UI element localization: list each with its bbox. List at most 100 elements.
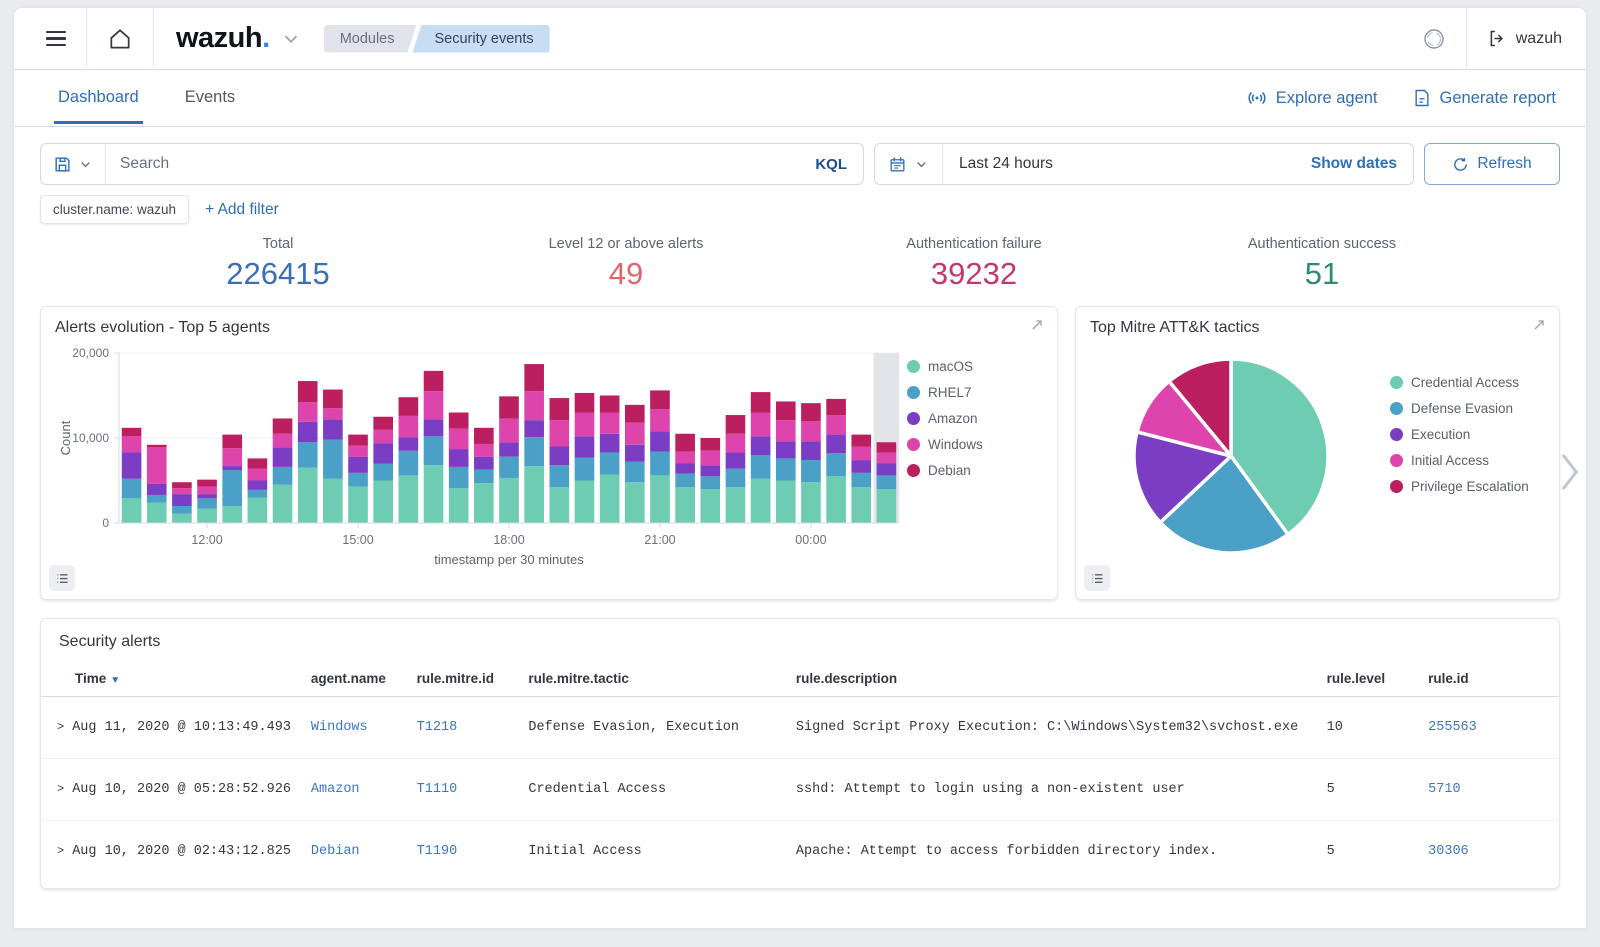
expand-row-chevron-icon[interactable]: > — [57, 782, 64, 796]
legend-toggle-button[interactable] — [1084, 565, 1110, 591]
expand-row-chevron-icon[interactable]: > — [57, 720, 64, 734]
chevron-down-icon — [914, 157, 929, 172]
chevron-down-icon — [78, 157, 93, 172]
next-panel-chevron[interactable] — [1554, 450, 1584, 494]
column-header-time[interactable]: Time▼ — [41, 661, 303, 697]
legend-item[interactable]: RHEL7 — [907, 385, 983, 400]
refresh-button[interactable]: Refresh — [1424, 143, 1560, 185]
panel-title: Alerts evolution - Top 5 agents — [55, 319, 1043, 337]
cell-rule-id-link[interactable]: 30306 — [1428, 844, 1469, 859]
legend-dot-icon — [1390, 480, 1403, 493]
table-header-row: Time▼ agent.name rule.mitre.id rule.mitr… — [41, 661, 1559, 697]
cell-rule-id-link[interactable]: 5710 — [1428, 782, 1460, 797]
svg-text:10,000: 10,000 — [72, 431, 109, 445]
report-icon — [1412, 88, 1432, 108]
cell-rule-description: Signed Script Proxy Execution: C:\Window… — [788, 697, 1319, 759]
breadcrumb-modules[interactable]: Modules — [324, 25, 417, 53]
panel-title: Top Mitre ATT&K tactics — [1090, 319, 1545, 337]
legend-toggle-button[interactable] — [49, 565, 75, 591]
legend-item[interactable]: Privilege Escalation — [1390, 479, 1529, 494]
legend-dot-icon — [1390, 376, 1403, 389]
cell-rule-mitre-id[interactable]: T1218 — [409, 697, 521, 759]
cell-rule-description: sshd: Attempt to login using a non-exist… — [788, 759, 1319, 821]
show-dates-button[interactable]: Show dates — [1295, 155, 1413, 173]
cell-rule-id[interactable]: 5710 — [1420, 759, 1559, 821]
table-row[interactable]: >Aug 11, 2020 @ 10:13:49.493WindowsT1218… — [41, 697, 1559, 759]
svg-text:18:00: 18:00 — [493, 533, 524, 547]
cell-agent-name[interactable]: Debian — [303, 821, 409, 883]
legend-item[interactable]: Execution — [1390, 427, 1529, 442]
stat-value: 39232 — [800, 256, 1148, 292]
legend-label: Execution — [1411, 427, 1470, 442]
legend-item[interactable]: Amazon — [907, 411, 983, 426]
expand-icon[interactable] — [1029, 317, 1045, 333]
legend-item[interactable]: Defense Evasion — [1390, 401, 1529, 416]
column-header-rule-mitre-tactic[interactable]: rule.mitre.tactic — [520, 661, 788, 697]
divider — [86, 8, 87, 70]
cell-agent-name[interactable]: Amazon — [303, 759, 409, 821]
cell-rule-id[interactable]: 255563 — [1420, 697, 1559, 759]
column-header-rule-level[interactable]: rule.level — [1319, 661, 1421, 697]
time-range-value[interactable]: Last 24 hours — [943, 155, 1295, 173]
table-row[interactable]: >Aug 10, 2020 @ 02:43:12.825DebianT1190I… — [41, 821, 1559, 883]
legend-item[interactable]: Windows — [907, 437, 983, 452]
column-header-agent-name[interactable]: agent.name — [303, 661, 409, 697]
menu-button[interactable] — [40, 25, 72, 53]
cell-rule-mitre-id-link[interactable]: T1110 — [417, 782, 458, 797]
cell-agent-name-link[interactable]: Windows — [311, 720, 368, 735]
cell-agent-name-link[interactable]: Debian — [311, 844, 360, 859]
logo-chevron-down-icon[interactable] — [280, 28, 302, 50]
cell-rule-level: 5 — [1319, 759, 1421, 821]
legend-item[interactable]: Debian — [907, 463, 983, 478]
sort-desc-icon: ▼ — [110, 675, 120, 686]
svg-text:0: 0 — [102, 516, 109, 530]
cell-rule-description: Apache: Attempt to access forbidden dire… — [788, 821, 1319, 883]
table-row[interactable]: >Aug 10, 2020 @ 05:28:52.926AmazonT1110C… — [41, 759, 1559, 821]
cell-rule-id-link[interactable]: 255563 — [1428, 720, 1477, 735]
cell-rule-id[interactable]: 30306 — [1420, 821, 1559, 883]
cell-rule-mitre-id-link[interactable]: T1190 — [417, 844, 458, 859]
health-ring-button[interactable] — [1416, 21, 1452, 57]
legend-item[interactable]: Initial Access — [1390, 453, 1529, 468]
svg-text:00:00: 00:00 — [795, 533, 826, 547]
cell-rule-mitre-id[interactable]: T1190 — [409, 821, 521, 883]
wazuh-logo[interactable]: wazuh. — [176, 22, 270, 55]
mitre-pie-chart[interactable] — [1128, 353, 1334, 559]
tab-dashboard[interactable]: Dashboard — [54, 72, 143, 124]
explore-agent-button[interactable]: Explore agent — [1246, 87, 1378, 109]
alerts-evolution-bar-chart[interactable]: 010,00020,00012:0015:0018:0021:0000:00ti… — [55, 343, 907, 571]
column-header-rule-description[interactable]: rule.description — [788, 661, 1319, 697]
column-header-rule-mitre-id[interactable]: rule.mitre.id — [409, 661, 521, 697]
cell-rule-mitre-id[interactable]: T1110 — [409, 759, 521, 821]
cell-agent-name[interactable]: Windows — [303, 697, 409, 759]
query-bar: KQL Last 24 hours Show dates Refresh — [40, 143, 1560, 185]
tab-events[interactable]: Events — [181, 72, 239, 124]
kql-button[interactable]: KQL — [799, 144, 863, 184]
stat-label: Authentication success — [1148, 236, 1496, 252]
search-input[interactable] — [106, 144, 799, 184]
legend-dot-icon — [907, 386, 920, 399]
logout-button[interactable]: wazuh — [1481, 22, 1568, 55]
calendar-button[interactable] — [875, 144, 943, 184]
stat-label: Level 12 or above alerts — [452, 236, 800, 252]
cell-agent-name-link[interactable]: Amazon — [311, 782, 360, 797]
saved-queries-button[interactable] — [41, 144, 106, 184]
legend-item[interactable]: macOS — [907, 359, 983, 374]
stats-row: Total 226415 Level 12 or above alerts 49… — [104, 236, 1496, 292]
cell-time: > Aug 10, 2020 @ 05:28:52.926 — [41, 759, 303, 821]
expand-icon[interactable] — [1531, 317, 1547, 333]
legend-label: macOS — [928, 359, 973, 374]
column-header-rule-id[interactable]: rule.id — [1420, 661, 1559, 697]
cell-rule-mitre-id-link[interactable]: T1218 — [417, 720, 458, 735]
legend-label: Defense Evasion — [1411, 401, 1513, 416]
search-box: KQL — [40, 143, 864, 185]
filter-pill-cluster-name[interactable]: cluster.name: wazuh — [40, 195, 189, 224]
ring-icon — [1422, 27, 1446, 51]
legend-item[interactable]: Credential Access — [1390, 375, 1529, 390]
home-button[interactable] — [101, 20, 139, 58]
expand-row-chevron-icon[interactable]: > — [57, 844, 64, 858]
time-value: Aug 10, 2020 @ 05:28:52.926 — [72, 782, 291, 797]
stat-value: 49 — [452, 256, 800, 292]
generate-report-button[interactable]: Generate report — [1412, 88, 1556, 108]
add-filter-button[interactable]: + Add filter — [205, 201, 279, 219]
